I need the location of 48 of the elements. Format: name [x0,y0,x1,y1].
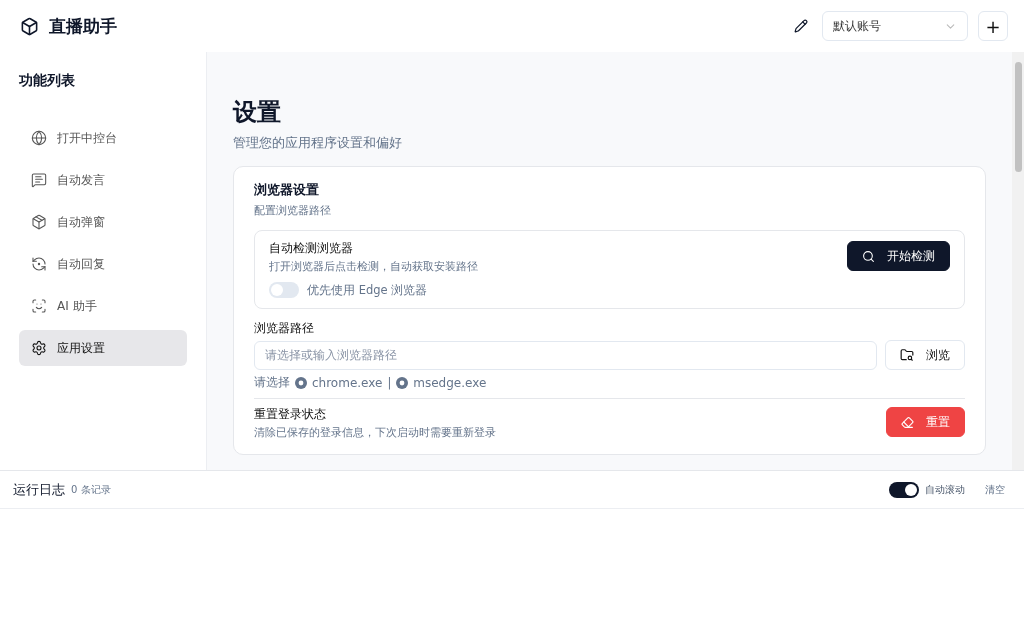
add-button[interactable]: + [978,11,1008,41]
search-icon [862,249,875,263]
folder-search-icon [900,348,914,362]
package-icon [31,214,47,230]
log-count: 0 条记录 [71,482,111,497]
refresh-icon [31,256,47,272]
globe-icon [31,130,47,146]
account-select[interactable]: 默认账号 [822,11,968,41]
eraser-icon [901,415,914,429]
sidebar-title: 功能列表 [19,72,76,90]
app-title: 直播助手 [49,14,117,38]
settings-icon [31,340,47,356]
message-icon [31,172,47,188]
browser-option[interactable]: msedge.exe [413,375,487,390]
scrollbar-thumb[interactable] [1014,62,1022,172]
reset-button[interactable]: 重置 [886,407,965,437]
page-title: 设置 [233,97,282,128]
page-subtitle: 管理您的应用程序设置和偏好 [233,134,403,152]
scan-icon [31,298,47,314]
log-title: 运行日志 [13,480,65,499]
toggle-switch[interactable] [269,282,299,298]
auto-scroll-label: 自动滚动 [925,482,965,497]
path-label: 浏览器路径 [254,321,315,336]
separator-text: | [387,375,392,390]
browser-icon [295,376,307,389]
detect-button[interactable]: 开始检测 [847,241,950,271]
toggle-switch[interactable] [889,481,919,498]
sidebar-item[interactable]: 应用设置 [19,330,187,366]
path-hint: 请选择 [254,375,290,390]
card-title: 浏览器设置 [254,181,320,199]
detect-description: 打开浏览器后点击检测，自动获取安装路径 [269,259,478,274]
reset-title: 重置登录状态 [254,407,327,422]
edit-icon[interactable] [794,19,808,33]
cube-icon [20,16,39,36]
sidebar-item[interactable]: 自动发言 [19,162,187,198]
detect-title: 自动检测浏览器 [269,241,354,256]
card-subtitle: 配置浏览器路径 [254,203,332,218]
sidebar-item[interactable]: 打开中控台 [19,120,187,156]
sidebar-item[interactable]: 自动回复 [19,246,187,282]
toggle-label: 优先使用 Edge 浏览器 [307,282,428,298]
path-input[interactable]: 请选择或输入浏览器路径 [254,340,877,370]
browser-icon [396,376,409,389]
clear-button[interactable]: 清空 [985,482,1005,497]
browse-button[interactable]: 浏览 [885,340,965,370]
sidebar-item[interactable]: 自动弹窗 [19,204,187,240]
reset-description: 清除已保存的登录信息，下次启动时需要重新登录 [254,425,496,440]
sidebar-item[interactable]: AI 助手 [19,288,187,324]
browser-option[interactable]: chrome.exe [312,375,383,390]
